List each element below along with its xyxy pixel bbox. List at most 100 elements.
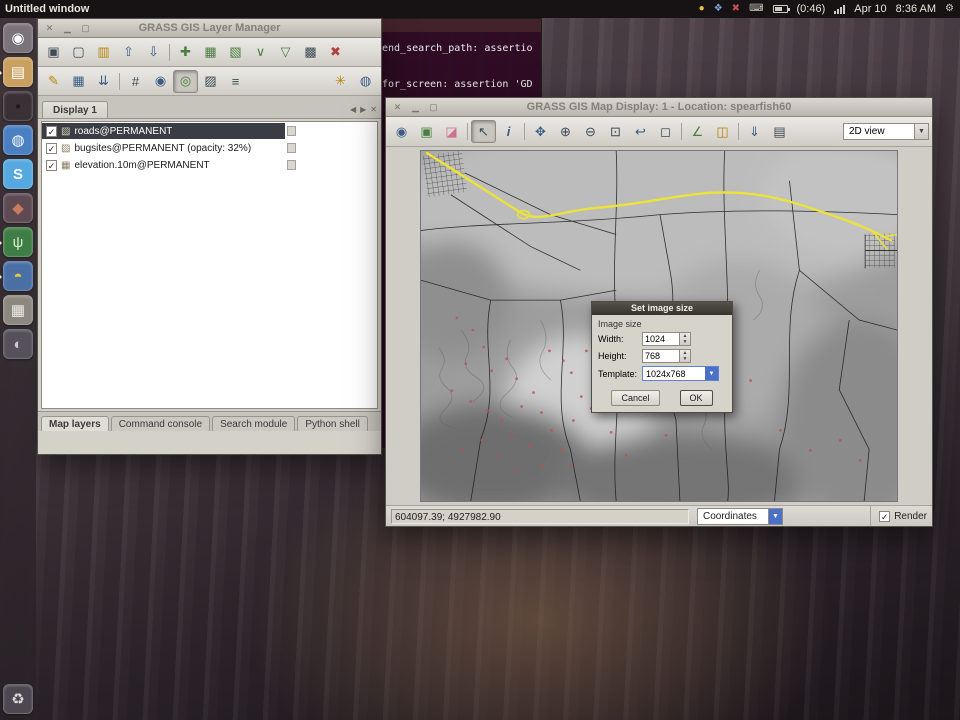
terminal-titlebar[interactable] (379, 19, 541, 32)
pan-icon[interactable]: ✥ (528, 120, 553, 143)
save-workspace-icon[interactable]: ⇩ (141, 41, 166, 64)
view-mode-select[interactable]: 2D view ▼ (843, 123, 929, 140)
launcher-item-files[interactable]: ▤ (3, 57, 33, 87)
tab-map-layers[interactable]: Map layers (41, 416, 109, 431)
add-group-icon[interactable]: ▩ (298, 41, 323, 64)
layer-row-roads[interactable]: ✓ ▨ roads@PERMANENT (42, 123, 377, 139)
launcher-item-python[interactable]: ◓ (3, 261, 33, 291)
maximize-icon[interactable]: ▢ (427, 100, 440, 114)
maximize-icon[interactable]: ▢ (79, 21, 92, 35)
coordinate-readout[interactable]: 604097.39; 4927982.90 (391, 509, 689, 524)
add-raster-layer-icon[interactable]: ▦ (198, 41, 223, 64)
tab-close-icon[interactable]: ✕ (370, 105, 377, 114)
attribute-table-icon[interactable]: ▦ (66, 70, 91, 93)
load-workspace-icon[interactable]: ⇧ (116, 41, 141, 64)
session-gear-icon[interactable]: ⚙ (945, 0, 954, 18)
open-workspace-icon[interactable]: ▥ (91, 41, 116, 64)
settings-icon[interactable]: ✳ (328, 70, 353, 93)
launcher-item-terminal[interactable]: ▪ (3, 91, 33, 121)
zoom-out-icon[interactable]: ⊖ (578, 120, 603, 143)
pointer-icon[interactable]: ↖ (471, 120, 496, 143)
minimize-icon[interactable]: ▁ (61, 21, 74, 35)
dialog-titlebar[interactable]: Set image size (592, 302, 732, 315)
launcher-item-disks[interactable]: ◐ (3, 329, 33, 359)
edit-layer-icon[interactable]: ✎ (41, 70, 66, 93)
add-raster-misc-icon[interactable]: ▧ (223, 41, 248, 64)
search-modules-icon[interactable]: ◍ (353, 70, 378, 93)
tab-scroll-right-icon[interactable]: ▶ (360, 105, 366, 114)
render-map-icon[interactable]: ▣ (414, 120, 439, 143)
add-vector-misc-icon[interactable]: ▽ (273, 41, 298, 64)
erase-display-icon[interactable]: ◪ (439, 120, 464, 143)
signal-strength-icon[interactable] (834, 5, 845, 14)
remove-layer-icon[interactable]: ✖ (323, 41, 348, 64)
tab-search-module[interactable]: Search module (212, 416, 295, 431)
zoom-region-icon[interactable]: ◻ (653, 120, 678, 143)
add-multiple-layers-icon[interactable]: ✚ (173, 41, 198, 64)
cartographic-composer-icon[interactable]: ▨ (198, 70, 223, 93)
battery-icon[interactable] (773, 5, 788, 13)
import-data-icon[interactable]: ⇊ (91, 70, 116, 93)
chevron-down-icon[interactable]: ▼ (914, 124, 928, 139)
python-console-icon[interactable]: ≡ (223, 70, 248, 93)
render-checkbox[interactable]: ✓ (879, 511, 890, 522)
zoom-back-icon[interactable]: ↩ (628, 120, 653, 143)
app-indicator-icon[interactable]: ❖ (714, 0, 723, 18)
launcher-item-software-center[interactable]: ◆ (3, 193, 33, 223)
launcher-item-trash[interactable]: ♻ (3, 684, 33, 714)
query-icon[interactable]: i (496, 120, 521, 143)
tab-display-1[interactable]: Display 1 (42, 101, 108, 118)
height-spin-down-icon[interactable]: ▼ (680, 356, 690, 362)
layer-checkbox[interactable]: ✓ (46, 126, 57, 137)
new-map-display-icon[interactable]: ▣ (41, 41, 66, 64)
network-indicator-icon[interactable]: ✖ (732, 0, 740, 18)
chevron-down-icon[interactable]: ▼ (705, 367, 718, 380)
analyze-icon[interactable]: ∠ (685, 120, 710, 143)
tab-command-console[interactable]: Command console (111, 416, 210, 431)
width-input[interactable]: 1024 ▲ ▼ (642, 332, 691, 346)
map-display-titlebar[interactable]: ✕ ▁ ▢ GRASS GIS Map Display: 1 - Locatio… (386, 98, 932, 117)
layer-manager-titlebar[interactable]: ✕ ▁ ▢ GRASS GIS Layer Manager (38, 19, 381, 38)
chevron-down-icon[interactable]: ▼ (768, 509, 782, 524)
save-display-icon[interactable]: ⇓ (742, 120, 767, 143)
height-value[interactable]: 768 (643, 350, 679, 362)
launcher-item-skype[interactable]: S (3, 159, 33, 189)
zoom-in-icon[interactable]: ⊕ (553, 120, 578, 143)
template-select[interactable]: 1024x768 ▼ (642, 366, 719, 381)
add-overlay-icon[interactable]: ◫ (710, 120, 735, 143)
layer-checkbox[interactable]: ✓ (46, 143, 57, 154)
launcher-item-browser[interactable]: ◍ (3, 125, 33, 155)
layer-row-button[interactable] (287, 126, 296, 136)
close-icon[interactable]: ✕ (43, 21, 56, 35)
zoom-extent-icon[interactable]: ⊡ (603, 120, 628, 143)
cancel-button[interactable]: Cancel (611, 390, 659, 406)
tab-scroll-left-icon[interactable]: ◀ (350, 105, 356, 114)
layer-row-button[interactable] (287, 143, 296, 153)
height-input[interactable]: 768 ▲ ▼ (642, 349, 691, 363)
launcher-item-dash-home[interactable]: ◉ (3, 23, 33, 53)
date-label[interactable]: Apr 10 (854, 3, 886, 15)
layer-row-elevation[interactable]: ✓ ▦ elevation.10m@PERMANENT (42, 157, 377, 173)
new-workspace-icon[interactable]: ▢ (66, 41, 91, 64)
launcher-item-grass-gis[interactable]: ψ (3, 227, 33, 257)
print-display-icon[interactable]: ▤ (767, 120, 792, 143)
raster-calculator-icon[interactable]: # (123, 70, 148, 93)
width-value[interactable]: 1024 (643, 333, 679, 345)
layer-row-bugsites[interactable]: ✓ ▨ bugsites@PERMANENT (opacity: 32%) (42, 140, 377, 156)
graphical-modeler-icon[interactable]: ◉ (148, 70, 173, 93)
georectifier-icon[interactable]: ◎ (173, 70, 198, 93)
messaging-indicator-icon[interactable]: ● (699, 0, 705, 18)
close-icon[interactable]: ✕ (391, 100, 404, 114)
clock-label[interactable]: 8:36 AM (896, 3, 936, 15)
keyboard-indicator-icon[interactable]: ⌨ (749, 0, 763, 18)
width-spin-down-icon[interactable]: ▼ (680, 339, 690, 345)
layer-checkbox[interactable]: ✓ (46, 160, 57, 171)
minimize-icon[interactable]: ▁ (409, 100, 422, 114)
add-vector-layer-icon[interactable]: ∨ (248, 41, 273, 64)
launcher-item-archive-manager[interactable]: ▦ (3, 295, 33, 325)
tab-python-shell[interactable]: Python shell (297, 416, 367, 431)
layer-row-button[interactable] (287, 160, 296, 170)
statusbar-mode-select[interactable]: Coordinates ▼ (697, 508, 783, 525)
display-map-icon[interactable]: ◉ (389, 120, 414, 143)
ok-button[interactable]: OK (680, 390, 713, 406)
